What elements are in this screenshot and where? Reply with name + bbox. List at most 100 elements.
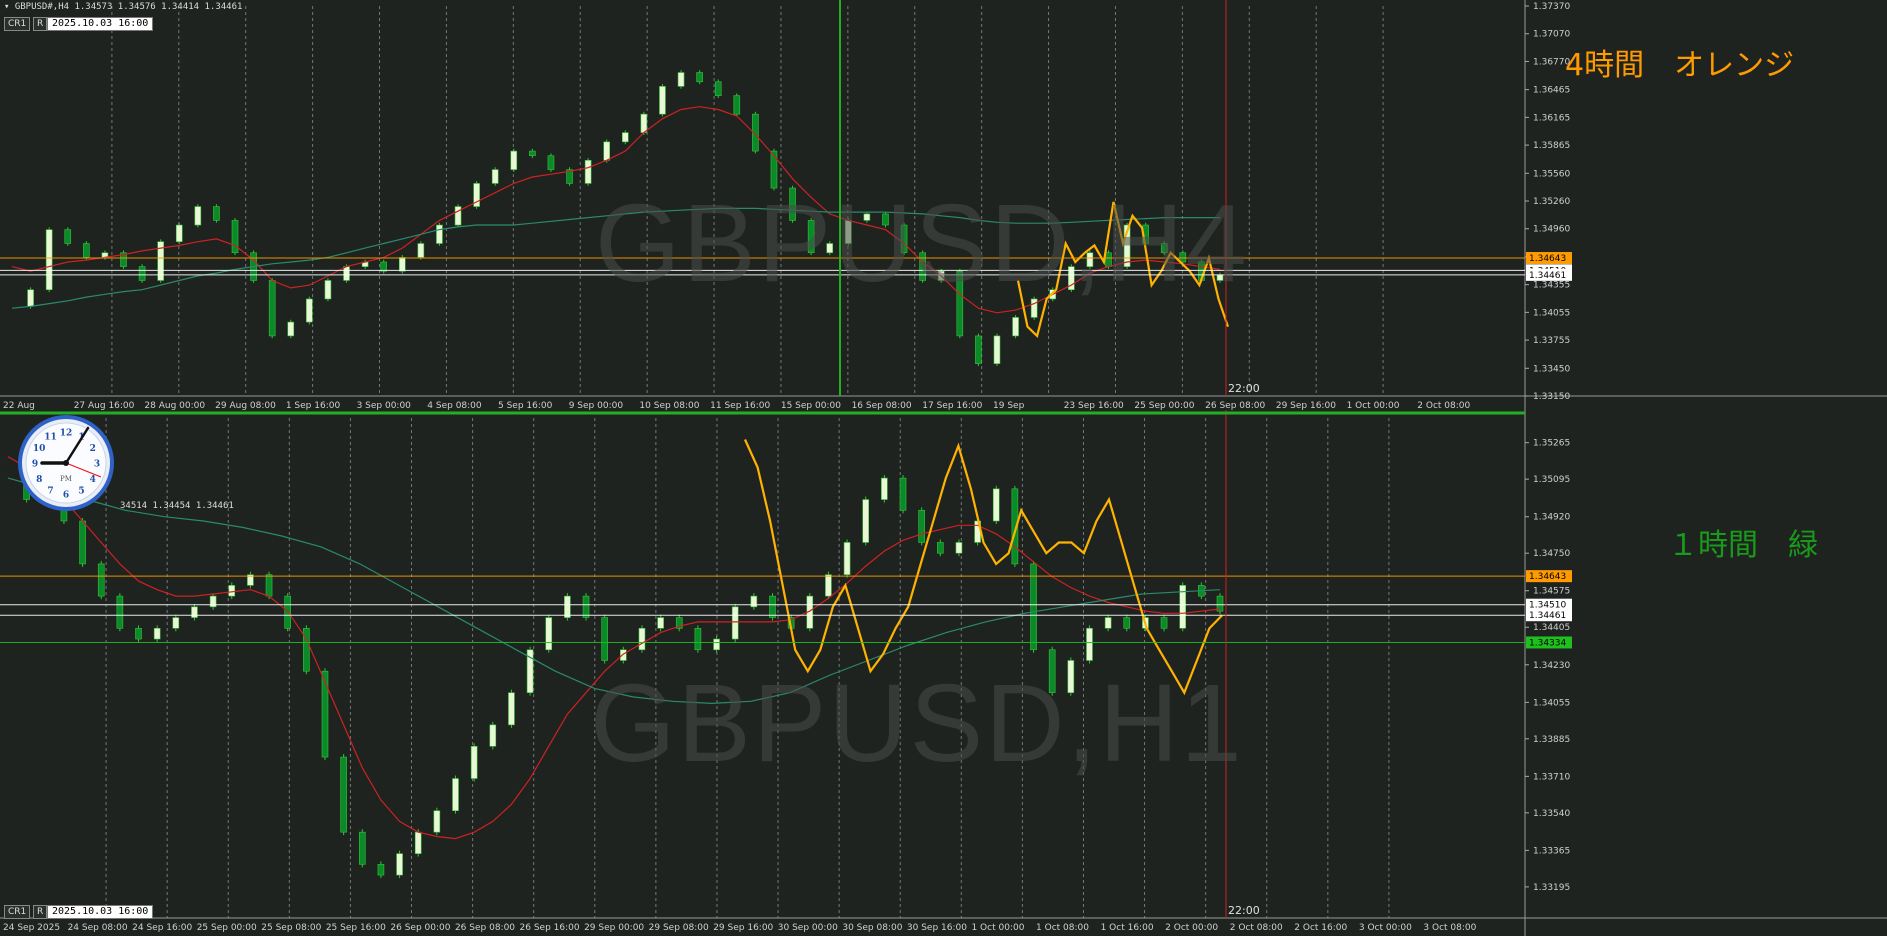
time-tick-label: 28 Aug 00:00 — [144, 401, 205, 410]
clock-number: 11 — [44, 433, 57, 443]
candle-body — [321, 670, 329, 758]
time-tick-label: 29 Sep 00:00 — [584, 923, 644, 933]
price-tick-label: 1.34750 — [1533, 549, 1570, 559]
candle-body — [191, 606, 198, 618]
time-tick-label: 2 Oct 00:00 — [1165, 923, 1218, 933]
candle-body — [396, 853, 403, 876]
candle-body — [750, 595, 758, 608]
candle-body — [377, 864, 385, 876]
end-time-label: 22:00 — [1228, 382, 1260, 395]
candle-body — [228, 585, 236, 597]
note-1h-green: １時間 緑 — [1668, 528, 1818, 563]
candle-body — [677, 72, 685, 87]
candle-body — [83, 243, 90, 258]
cr1-button[interactable]: CR1 — [4, 17, 31, 31]
time-tick-label: 17 Sep 16:00 — [922, 401, 982, 410]
time-tick-label: 26 Sep 08:00 — [1205, 401, 1265, 410]
candle-body — [231, 220, 239, 254]
candle-body — [564, 595, 571, 618]
time-tick-label: 29 Sep 08:00 — [649, 923, 709, 933]
candle-body — [97, 563, 105, 597]
candle-body — [284, 595, 291, 629]
candle-body — [769, 595, 776, 618]
clock-number: 3 — [94, 460, 100, 470]
candle-body — [135, 628, 142, 640]
candle-body — [470, 746, 478, 779]
candle-body — [433, 810, 441, 833]
clock-number: 12 — [60, 429, 73, 439]
time-tick-label: 25 Sep 08:00 — [261, 923, 321, 933]
clock-number: 4 — [90, 475, 96, 485]
price-label-text: 1.34334 — [1529, 638, 1566, 648]
candle-body — [324, 280, 332, 300]
time-tick-label: 27 Aug 16:00 — [74, 401, 135, 410]
candle-body — [64, 229, 72, 244]
candle-body — [992, 488, 1000, 522]
candle-body — [603, 141, 611, 161]
candle-body — [398, 257, 406, 272]
candle-body — [993, 335, 1001, 364]
candle-body — [937, 542, 944, 554]
price-tick-label: 1.34960 — [1533, 225, 1570, 235]
candle-body — [733, 95, 741, 115]
candle-body — [175, 224, 183, 242]
price-tick-label: 1.35865 — [1533, 141, 1570, 151]
price-tick-label: 1.37070 — [1533, 30, 1570, 40]
chart-header-h4: ▾ GBPUSD#,H4 1.34573 1.34576 1.34414 1.3… — [4, 2, 242, 12]
candle-body — [79, 520, 86, 565]
candle-body — [584, 160, 592, 184]
price-tick-label: 1.37370 — [1533, 2, 1570, 12]
candle-body — [862, 499, 870, 543]
chart-pane-h4[interactable]: 22 Aug 27 Aug 16:00 28 Aug 00:00 29 Aug 08:… — [0, 0, 1887, 410]
cr1-button-h1[interactable]: CR1 — [4, 905, 31, 919]
candle-body — [1160, 617, 1168, 629]
price-label-text: 1.34643 — [1529, 572, 1566, 582]
candle-body — [843, 542, 851, 575]
candle-body — [213, 206, 220, 221]
candle-body — [510, 150, 518, 170]
clock-number: 6 — [63, 491, 69, 501]
candle-body — [640, 113, 648, 133]
candle-body — [659, 86, 666, 115]
time-tick-label: 4 Sep 08:00 — [427, 401, 482, 410]
candle-body — [358, 831, 366, 865]
candle-body — [268, 280, 276, 337]
time-tick-label: 3 Oct 08:00 — [1423, 923, 1476, 933]
chart-pane-h1[interactable]: 24 Sep 2025 24 Sep 08:00 24 Sep 16:00 25 Se… — [0, 410, 1887, 936]
candle-body — [45, 229, 53, 291]
price-tick-label: 1.33365 — [1533, 846, 1570, 856]
time-tick-label: 2 Oct 08:00 — [1417, 401, 1470, 410]
time-tick-label: 29 Sep 16:00 — [713, 923, 773, 933]
time-tick-label: 15 Sep 00:00 — [781, 401, 841, 410]
r-button[interactable]: R — [33, 17, 48, 31]
candle-body — [601, 617, 608, 661]
time-tick-label: 26 Sep 16:00 — [520, 923, 580, 933]
clock-number: 2 — [90, 444, 96, 454]
price-label-text: 1.34461 — [1529, 271, 1566, 281]
candle-body — [172, 617, 180, 629]
price-tick-label: 1.36465 — [1533, 86, 1570, 96]
clock-number: 5 — [78, 486, 84, 496]
candle-body — [918, 509, 925, 543]
price-label-text: 1.34643 — [1529, 254, 1566, 264]
price-tick-label: 1.34055 — [1533, 308, 1570, 318]
candle-body — [287, 321, 295, 337]
time-tick-label: 1 Oct 16:00 — [1101, 923, 1154, 933]
time-tick-label: 9 Sep 00:00 — [569, 401, 624, 410]
time-tick-label: 1 Oct 00:00 — [1347, 401, 1400, 410]
end-time-label: 22:00 — [1228, 904, 1260, 917]
r-button-h1[interactable]: R — [33, 905, 48, 919]
note-4h-orange: 4時間 オレンジ — [1565, 48, 1795, 83]
time-tick-label: 26 Sep 00:00 — [390, 923, 450, 933]
candle-body — [825, 574, 832, 597]
candle-body — [194, 206, 202, 226]
header-menu-icon[interactable]: ▾ — [4, 2, 9, 12]
time-tick-label: 25 Sep 16:00 — [326, 923, 386, 933]
candle-body — [899, 477, 907, 511]
candle-body — [731, 606, 739, 640]
time-tick-label: 1 Sep 16:00 — [286, 401, 341, 410]
time-tick-label: 30 Sep 16:00 — [907, 923, 967, 933]
candle-body — [414, 831, 422, 854]
price-tick-label: 1.34055 — [1533, 698, 1570, 708]
candle-body — [436, 224, 443, 244]
